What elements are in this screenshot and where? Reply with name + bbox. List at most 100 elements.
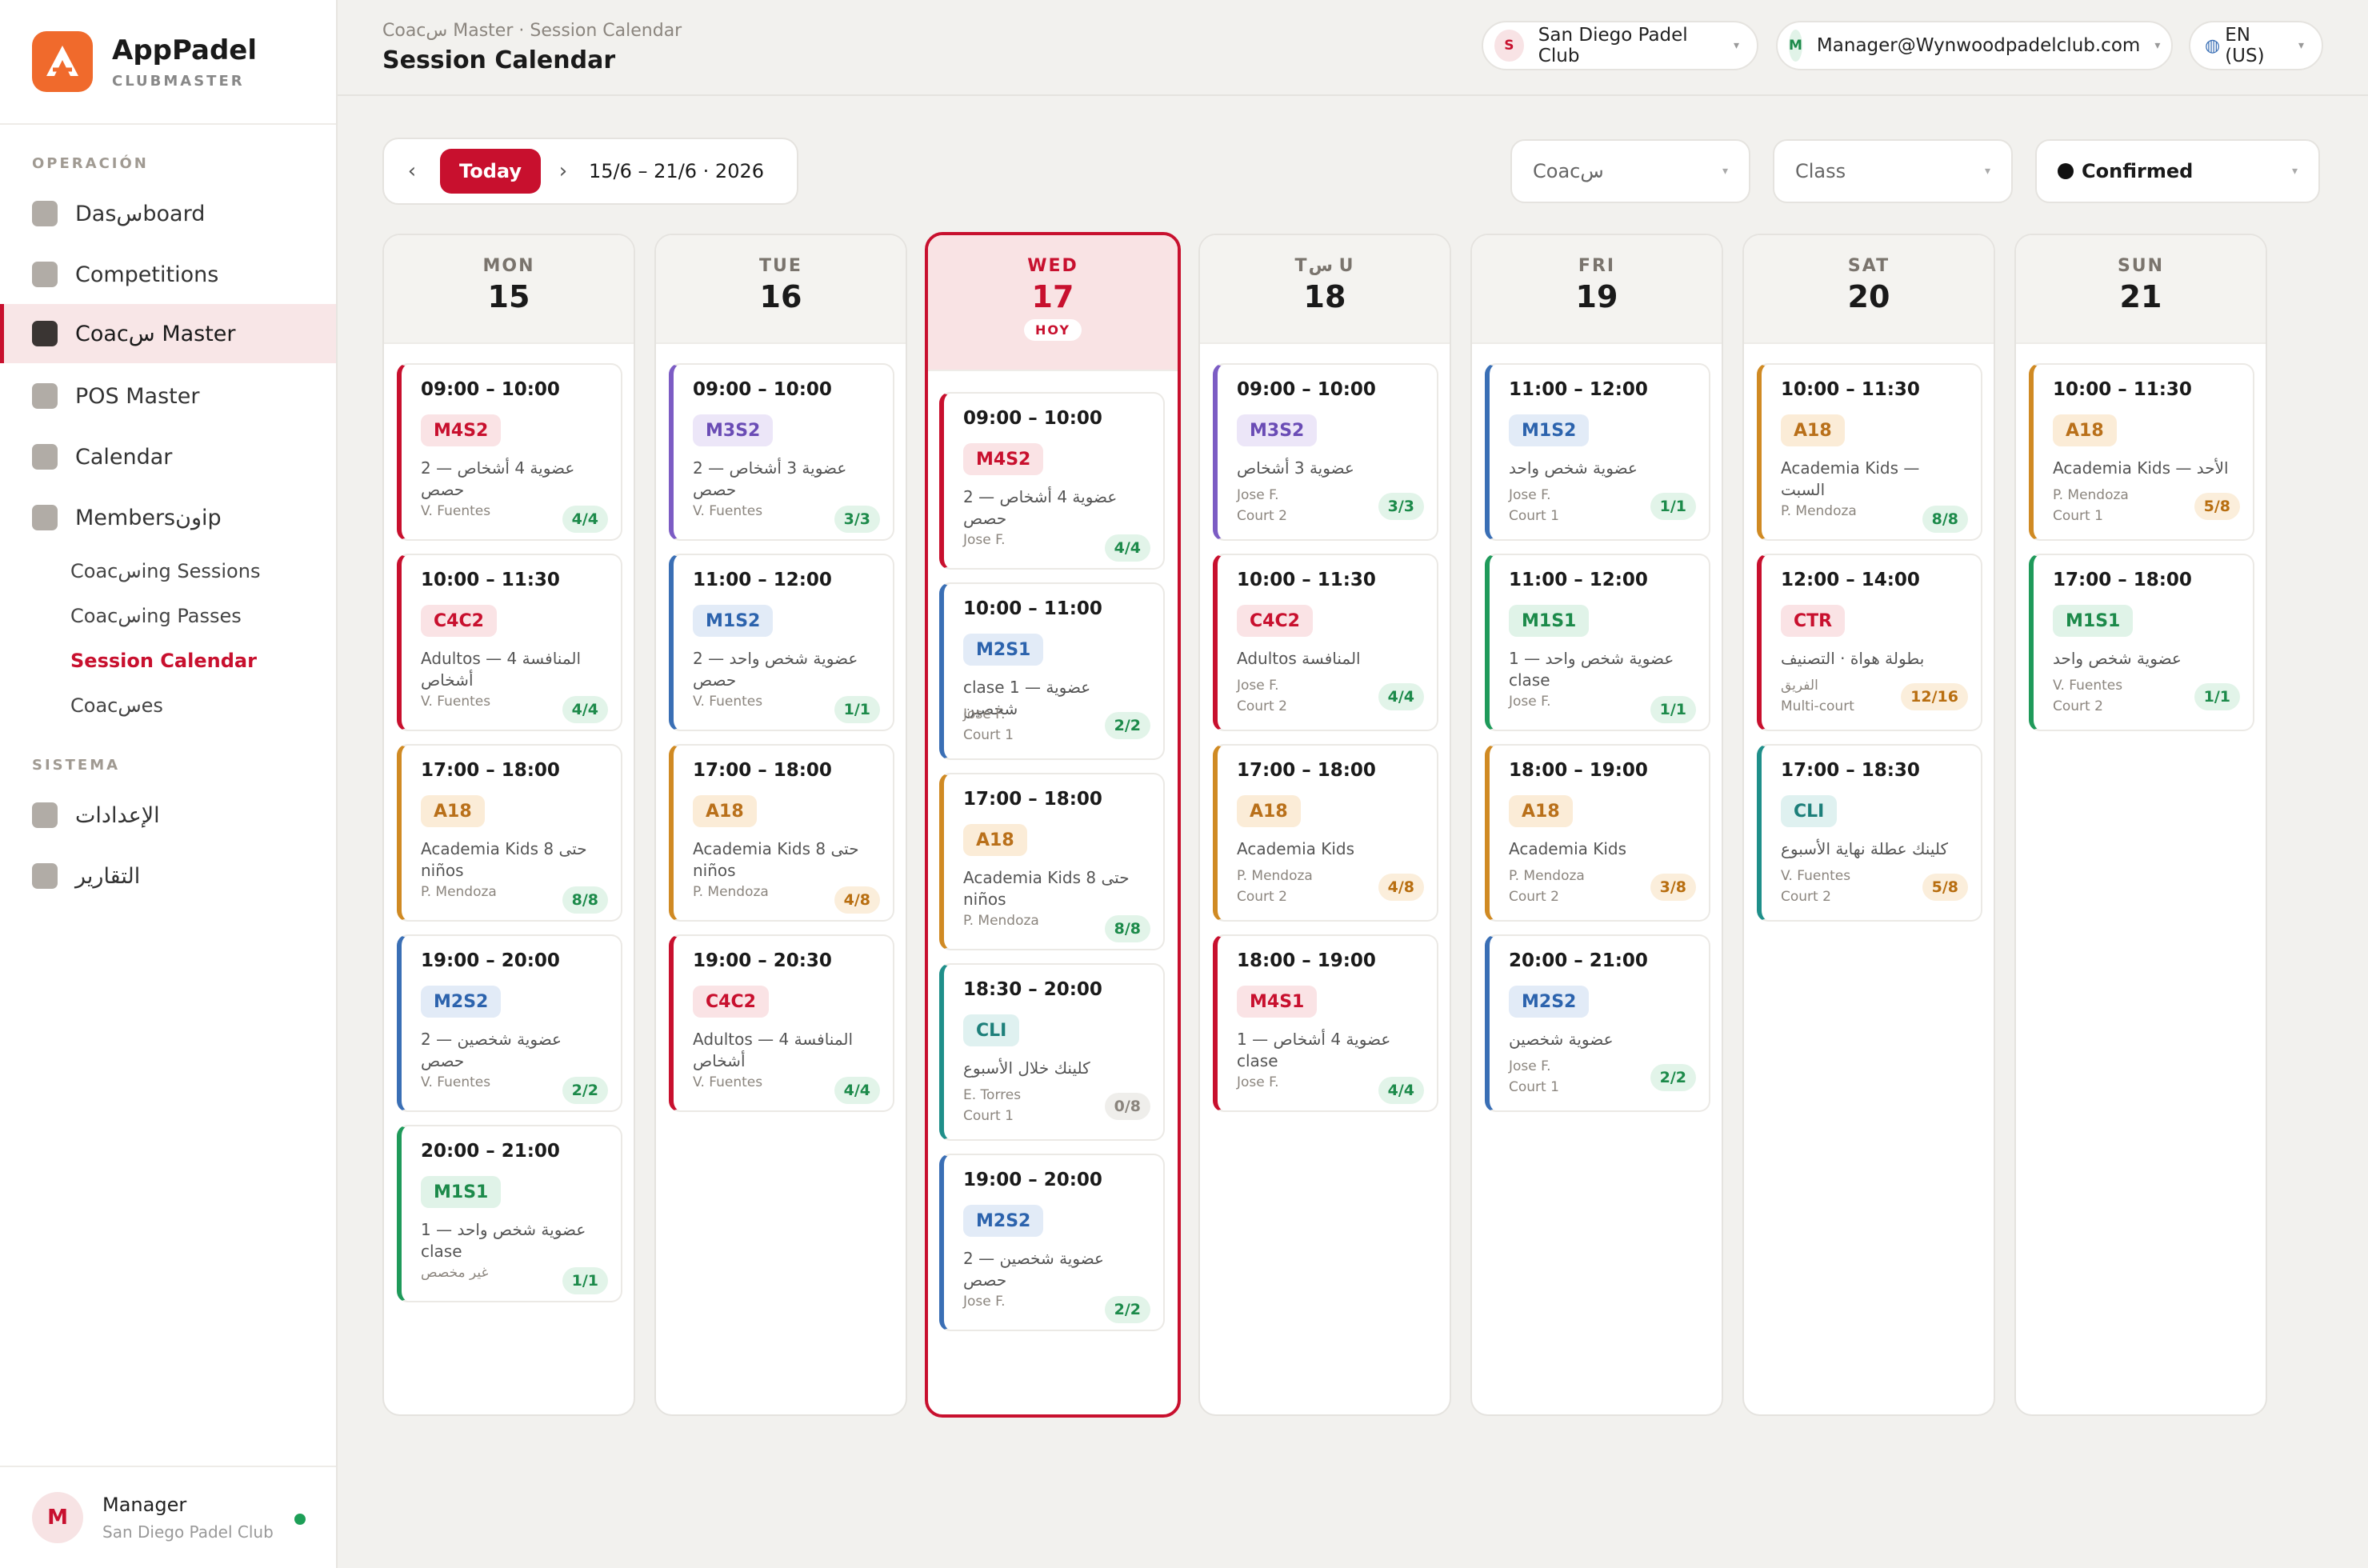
session-card[interactable]: 18:00 – 19:00 A18 Academia Kids P. Mendoza C… [1485,744,1710,922]
capacity-badge: 8/8 [562,886,608,914]
status-filter-value: Confirmed [2082,160,2194,182]
sidebar-user-footer[interactable]: M Manager San Diego Padel Club [0,1466,336,1568]
pos-icon [32,383,58,409]
session-card[interactable]: 17:00 – 18:00 A18 Academia Kids حتى 8 niño… [669,744,894,922]
day-header[interactable]: FRI 19 [1472,235,1722,344]
session-card[interactable]: 10:00 – 11:30 A18 Academia Kids — الأحد P. … [2029,363,2254,541]
user-menu[interactable]: M Manager@Wynwoodpadelclub.com ▾ [1776,21,2173,70]
section-label-sistema: SISTEMA [32,757,121,774]
session-card[interactable]: 10:00 – 11:30 C4C2 Adultos — المنافسة 4 أش… [397,554,622,731]
session-time: 12:00 – 14:00 [1781,570,1920,590]
sidebar: AppPadel CLUBMASTER OPERACIÓN Dasسboard … [0,0,338,1568]
session-card[interactable]: 10:00 – 11:00 M2S1 clase 1 — عضوية شخصين Jo… [939,582,1165,760]
session-code-badge: M2S1 [963,634,1044,666]
session-card[interactable]: 11:00 – 12:00 M1S1 1 — عضوية شخص واحد clas… [1485,554,1710,731]
coach-filter-value: Coacس [1533,160,1604,182]
session-description: 2 — عضوية 4 أشخاص حصص [963,487,1118,528]
dashboard-icon [32,201,58,226]
day-header[interactable]: TUE 16 [656,235,906,344]
sidebar-item-settings[interactable]: الإعدادات [0,786,336,845]
session-card[interactable]: 17:00 – 18:00 A18 Academia Kids P. Mendoza C… [1213,744,1438,922]
session-card[interactable]: 19:00 – 20:00 M2S2 2 — عضوية شخصين حصص V. F… [397,934,622,1112]
session-time: 18:30 – 20:00 [963,979,1102,1000]
session-time: 09:00 – 10:00 [421,379,560,400]
capacity-badge: 4/4 [562,506,608,533]
subnav-coaching-sessions[interactable]: Coacسing Sessions [70,560,260,582]
date-navigator: ‹ Today › 15/6 – 21/6 · 2026 [382,138,798,205]
session-card[interactable]: 18:00 – 19:00 M4S1 1 — عضوية 4 أشخاص clase… [1213,934,1438,1112]
session-card[interactable]: 10:00 – 11:30 A18 Academia Kids — السبت P. … [1757,363,1982,541]
sidebar-item-competitions[interactable]: Competitions [0,245,336,304]
status-filter[interactable]: Confirmed ▾ [2035,139,2320,203]
session-card[interactable]: 09:00 – 10:00 M3S2 2 — عضوية 3 أشخاص حصص V.… [669,363,894,541]
session-time: 17:00 – 18:00 [963,789,1102,810]
subnav-coaching-passes[interactable]: Coacسing Passes [70,605,242,627]
day-of-week: TUE [759,256,802,276]
language-selector[interactable]: ◍ EN (US) ▾ [2189,21,2323,70]
session-coach: E. Torres [963,1087,1022,1103]
sidebar-item-calendar[interactable]: Calendar [0,427,336,486]
session-card[interactable]: 11:00 – 12:00 M1S2 عضوية شخص واحد Jose F. Co… [1485,363,1710,541]
prev-week-button[interactable]: ‹ [384,159,440,183]
session-code-badge: M4S1 [1237,986,1318,1018]
session-card[interactable]: 17:00 – 18:30 CLI كلينك عطلة نهاية الأسبوع… [1757,744,1982,922]
today-button[interactable]: Today [440,149,541,194]
session-time: 20:00 – 21:00 [1509,950,1648,971]
session-code-badge: A18 [421,795,485,827]
session-card[interactable]: 20:00 – 21:00 M1S1 1 — عضوية شخص واحد clas… [397,1125,622,1302]
session-coach: V. Fuentes [693,1074,763,1090]
day-header[interactable]: SUN 21 [2016,235,2266,344]
capacity-badge: 1/1 [834,696,880,723]
chevron-down-icon: ▾ [1722,165,1728,178]
session-coach: V. Fuentes [693,694,763,710]
session-code-badge: A18 [1509,795,1573,827]
club-selector[interactable]: S San Diego Padel Club ▾ [1482,21,1758,70]
session-coach: V. Fuentes [2053,678,2123,694]
subnav-coaches[interactable]: Coacسes [70,694,163,717]
session-meta: غير مخصص [421,1262,488,1283]
day-header[interactable]: MON 15 [384,235,634,344]
session-card[interactable]: 10:00 – 11:30 C4C2 Adultos المنافسة Jose F.… [1213,554,1438,731]
session-time: 19:00 – 20:00 [421,950,560,971]
session-card[interactable]: 09:00 – 10:00 M4S2 2 — عضوية 4 أشخاص حصص Jo… [939,392,1165,570]
session-card[interactable]: 17:00 – 18:00 M1S1 عضوية شخص واحد V. Fuente… [2029,554,2254,731]
session-card[interactable]: 17:00 – 18:00 A18 Academia Kids حتى 8 niño… [397,744,622,922]
subnav-session-calendar[interactable]: Session Calendar [70,650,257,672]
sidebar-item-pos-master[interactable]: POS Master [0,366,336,426]
session-card[interactable]: 19:00 – 20:00 M2S2 2 — عضوية شخصين حصص Jose… [939,1154,1165,1331]
session-card[interactable]: 11:00 – 12:00 M1S2 2 — عضوية شخص واحد حصص V… [669,554,894,731]
session-card[interactable]: 09:00 – 10:00 M4S2 2 — عضوية 4 أشخاص حصص V.… [397,363,622,541]
session-court: Court 1 [963,1108,1014,1124]
session-coach: الفريق [1781,678,1818,694]
session-card[interactable]: 20:00 – 21:00 M2S2 عضوية شخصين Jose F. Court… [1485,934,1710,1112]
brand[interactable]: AppPadel CLUBMASTER [0,0,336,125]
session-code-badge: A18 [1781,414,1845,446]
capacity-badge: 3/3 [834,506,880,533]
user-menu-label: Manager@Wynwoodpadelclub.com [1816,35,2141,56]
sidebar-item-label: Membersونip [75,505,222,530]
session-time: 10:00 – 11:30 [2053,379,2192,400]
day-header[interactable]: SAT 20 [1744,235,1994,344]
session-court: Court 1 [2053,508,2103,524]
capacity-badge: 4/8 [1378,874,1424,901]
capacity-badge: 4/4 [834,1077,880,1104]
day-header[interactable]: WED 17 HOY [928,235,1178,371]
session-card[interactable]: 09:00 – 10:00 M3S2 عضوية 3 أشخاص Jose F. Cou… [1213,363,1438,541]
session-time: 19:00 – 20:30 [693,950,832,971]
session-card[interactable]: 19:00 – 20:30 C4C2 Adultos — المنافسة 4 أش… [669,934,894,1112]
next-week-button[interactable]: › [541,159,586,183]
sidebar-item-coach-master[interactable]: Coacس Master [0,304,336,363]
session-description: Academia Kids حتى 8 niños [963,868,1130,909]
sidebar-item-membership[interactable]: Membersونip [0,488,336,547]
coach-filter[interactable]: Coacس ▾ [1510,139,1750,203]
sidebar-item-reports[interactable]: التقارير [0,846,336,906]
session-coach: P. Mendoza [693,884,769,900]
sidebar-item-dashboard[interactable]: Dasسboard [0,184,336,243]
type-filter[interactable]: Class ▾ [1773,139,2013,203]
session-meta: Jose F. Court 2 [1237,675,1287,717]
session-card[interactable]: 12:00 – 14:00 CTR بطولة هواة · التصنيف الفر… [1757,554,1982,731]
day-header[interactable]: Tس U 18 [1200,235,1450,344]
session-card[interactable]: 17:00 – 18:00 A18 Academia Kids حتى 8 niño… [939,773,1165,950]
session-card[interactable]: 18:30 – 20:00 CLI كلينك خلال الأسبوع E. Tor… [939,963,1165,1141]
sidebar-item-label: Competitions [75,262,219,287]
